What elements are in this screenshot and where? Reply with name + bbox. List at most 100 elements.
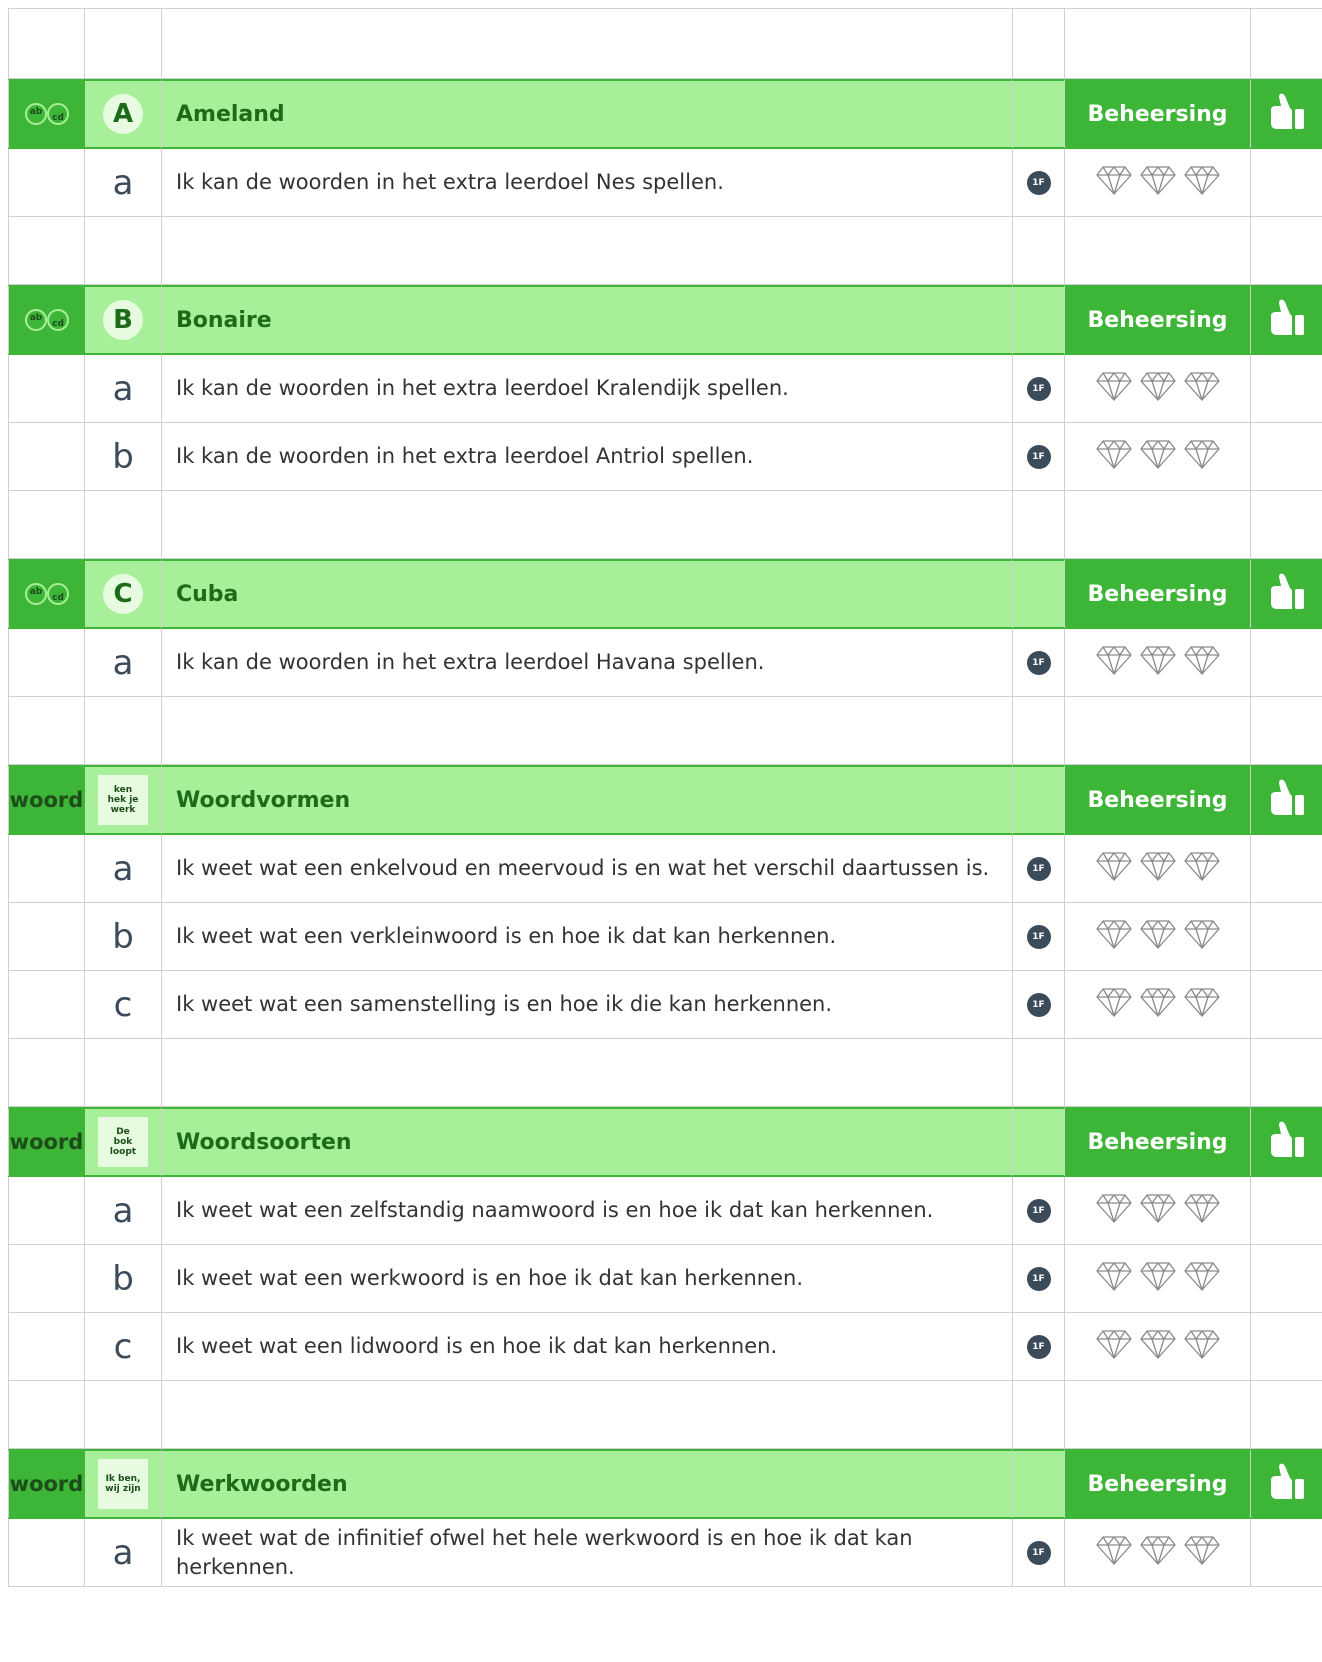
goal-text: Ik weet wat een enkelvoud en meervoud is… — [176, 856, 990, 880]
spacer-cell — [1065, 9, 1251, 79]
mastery-rating[interactable] — [1095, 438, 1221, 475]
diamond-rating-button[interactable] — [1183, 1260, 1221, 1297]
diamond-rating-button[interactable] — [1139, 1192, 1177, 1229]
diamond-rating-button[interactable] — [1183, 918, 1221, 955]
diamond-rating-button[interactable] — [1139, 1260, 1177, 1297]
thumbs-up-button[interactable] — [1267, 572, 1307, 617]
diamond-rating-button[interactable] — [1139, 1534, 1177, 1571]
section-header-2-c0-cell: ab cd — [8, 559, 85, 629]
mastery-rating[interactable] — [1095, 644, 1221, 681]
mastery-label: Beheersing — [1087, 101, 1228, 127]
diamond-rating-button[interactable] — [1139, 644, 1177, 681]
diamond-rating-button[interactable] — [1183, 850, 1221, 887]
diamond-rating-button[interactable] — [1139, 850, 1177, 887]
thumbs-up-button[interactable] — [1267, 92, 1307, 137]
diamond-icon — [1183, 372, 1220, 401]
mastery-rating[interactable] — [1095, 850, 1221, 887]
goal-row-3-2-c3-cell: 1F — [1013, 971, 1065, 1039]
mastery-rating[interactable] — [1095, 1328, 1221, 1365]
diamond-icon — [1139, 1536, 1176, 1565]
goal-row-3-2-c1-cell: c — [85, 971, 162, 1039]
section-title: Woordvormen — [176, 787, 351, 813]
spacer-row-2-c4-cell — [1065, 697, 1251, 765]
diamond-rating-button[interactable] — [1095, 1534, 1133, 1571]
diamond-rating-button[interactable] — [1183, 370, 1221, 407]
spacer-row-4-c3-cell — [1013, 1381, 1065, 1449]
mastery-rating[interactable] — [1095, 370, 1221, 407]
diamond-rating-button[interactable] — [1095, 1192, 1133, 1229]
goal-row-4-1-c2-cell: Ik weet wat een werkwoord is en hoe ik d… — [162, 1245, 1013, 1313]
level-badge: 1F — [1026, 444, 1051, 469]
mastery-rating[interactable] — [1095, 1260, 1221, 1297]
diamond-rating-button[interactable] — [1095, 370, 1133, 407]
diamond-rating-button[interactable] — [1139, 164, 1177, 201]
diamond-rating-button[interactable] — [1139, 438, 1177, 475]
diamond-icon — [1139, 1194, 1176, 1223]
goal-row-5-0-c1-cell: a — [85, 1519, 162, 1587]
spacer-row-1-c3-cell — [1013, 491, 1065, 559]
svg-text:cd: cd — [52, 319, 64, 329]
diamond-icon — [1183, 988, 1220, 1017]
mastery-rating[interactable] — [1095, 1534, 1221, 1571]
goal-row-4-2-c5-cell — [1251, 1313, 1322, 1381]
spacer-row-0-c5-cell — [1251, 217, 1322, 285]
goal-row-3-1-c2-cell: Ik weet wat een verkleinwoord is en hoe … — [162, 903, 1013, 971]
thumbs-up-button[interactable] — [1267, 1120, 1307, 1165]
diamond-rating-button[interactable] — [1095, 918, 1133, 955]
diamond-rating-button[interactable] — [1095, 438, 1133, 475]
diamond-icon — [1183, 440, 1220, 469]
diamond-rating-button[interactable] — [1095, 1328, 1133, 1365]
goal-row-1-0-c1-cell: a — [85, 355, 162, 423]
diamond-rating-button[interactable] — [1095, 850, 1133, 887]
goal-letter: c — [113, 1326, 133, 1367]
diamond-rating-button[interactable] — [1183, 986, 1221, 1023]
section-letter-badge: C — [103, 574, 143, 614]
goal-row-1-0-c2-cell: Ik kan de woorden in het extra leerdoel … — [162, 355, 1013, 423]
spacer-row-1-c0-cell — [8, 491, 85, 559]
diamond-rating-button[interactable] — [1095, 164, 1133, 201]
thumbs-up-button[interactable] — [1267, 778, 1307, 823]
mastery-rating[interactable] — [1095, 986, 1221, 1023]
goal-row-4-1: b Ik weet wat een werkwoord is en hoe ik … — [8, 1245, 1322, 1313]
goal-letter: a — [112, 1190, 134, 1231]
diamond-icon — [1139, 372, 1176, 401]
section-header-1-c1-cell: B — [85, 285, 162, 355]
goal-row-1-0-c0-cell — [8, 355, 85, 423]
goal-row-4-1-c3-cell: 1F — [1013, 1245, 1065, 1313]
diamond-icon — [1095, 920, 1132, 949]
spacer-row-1-c2-cell — [162, 491, 1013, 559]
section-header-0-c1-cell: A — [85, 79, 162, 149]
diamond-rating-button[interactable] — [1183, 438, 1221, 475]
goal-row-3-1-c4-cell — [1065, 903, 1251, 971]
diamond-rating-button[interactable] — [1095, 1260, 1133, 1297]
diamond-rating-button[interactable] — [1183, 1192, 1221, 1229]
thumbs-up-button[interactable] — [1267, 1462, 1307, 1507]
mastery-rating[interactable] — [1095, 1192, 1221, 1229]
diamond-icon — [1183, 646, 1220, 675]
svg-text:cd: cd — [52, 593, 64, 603]
goal-row-3-2-c5-cell — [1251, 971, 1322, 1039]
spacer-row-3-c5-cell — [1251, 1039, 1322, 1107]
thumbs-up-button[interactable] — [1267, 298, 1307, 343]
diamond-icon — [1095, 440, 1132, 469]
diamond-rating-button[interactable] — [1095, 986, 1133, 1023]
diamond-rating-button[interactable] — [1095, 644, 1133, 681]
diamond-rating-button[interactable] — [1139, 986, 1177, 1023]
mastery-rating[interactable] — [1095, 164, 1221, 201]
mastery-rating[interactable] — [1095, 918, 1221, 955]
diamond-rating-button[interactable] — [1139, 370, 1177, 407]
goal-text: Ik weet wat een werkwoord is en hoe ik d… — [176, 1266, 804, 1290]
diamond-rating-button[interactable] — [1139, 1328, 1177, 1365]
mastery-label: Beheersing — [1087, 307, 1228, 333]
diamond-rating-button[interactable] — [1183, 1328, 1221, 1365]
goal-row-3-0-c3-cell: 1F — [1013, 835, 1065, 903]
diamond-rating-button[interactable] — [1183, 1534, 1221, 1571]
diamond-rating-button[interactable] — [1139, 918, 1177, 955]
spacer-row-2-c1-cell — [85, 697, 162, 765]
section-header-0-c4-cell: Beheersing — [1065, 79, 1251, 149]
goal-row-2-0-c0-cell — [8, 629, 85, 697]
diamond-rating-button[interactable] — [1183, 164, 1221, 201]
level-badge: 1F — [1026, 650, 1051, 675]
goal-row-2-0-c5-cell — [1251, 629, 1322, 697]
diamond-rating-button[interactable] — [1183, 644, 1221, 681]
